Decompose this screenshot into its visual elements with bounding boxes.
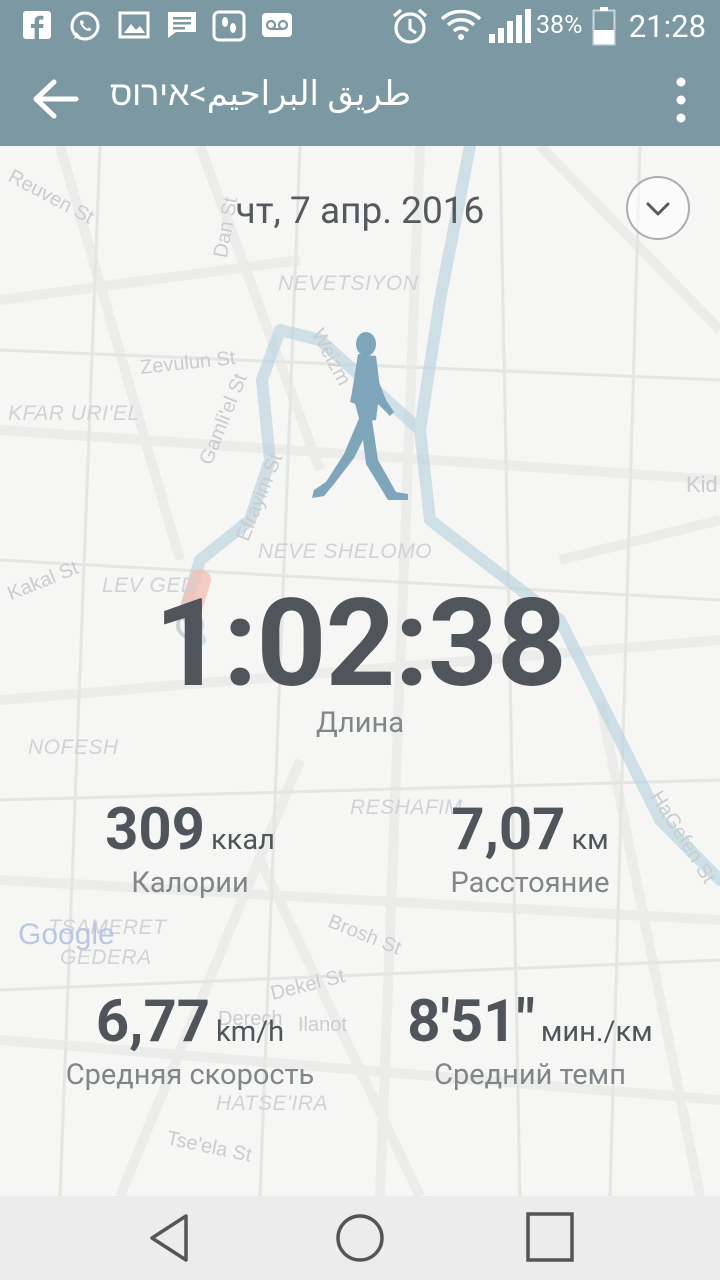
distance-stat: 7,07 км Расстояние — [350, 796, 710, 900]
calories-value: 309 — [105, 796, 205, 864]
battery-percent: 38% — [536, 11, 583, 40]
more-vertical-icon[interactable] — [674, 76, 688, 124]
distance-label: Расстояние — [450, 866, 610, 900]
alarm-icon — [392, 8, 428, 44]
whatsapp-icon — [70, 11, 100, 41]
battery-icon — [592, 7, 616, 46]
message-icon — [168, 12, 196, 38]
walking-person-icon — [312, 332, 408, 500]
avg-speed-value: 6,77 — [95, 988, 211, 1056]
distance-unit: км — [571, 823, 609, 857]
avg-speed-stat: 6,77 km/h Средняя скорость — [10, 988, 370, 1092]
calories-stat: 309 ккал Калории — [10, 796, 370, 900]
map-label: NEVETSIYON — [278, 272, 419, 295]
route-title: طريق البراحيم>אירוס — [110, 74, 412, 114]
facebook-icon — [23, 11, 51, 40]
pedometer-icon — [212, 10, 246, 42]
clock: 21:28 — [628, 8, 706, 45]
expand-details-button[interactable] — [626, 176, 690, 240]
distance-value: 7,07 — [451, 796, 566, 864]
map-label: GEDERA — [60, 946, 152, 969]
wifi-icon — [440, 9, 482, 40]
map-label: NEVE SHELOMO — [258, 540, 433, 563]
duration-label: Длина — [315, 706, 405, 740]
signal-icon — [489, 9, 531, 43]
avg-pace-value: 8'51" — [407, 988, 535, 1056]
nav-recents-icon[interactable] — [520, 1210, 580, 1266]
gallery-icon — [118, 11, 150, 39]
avg-pace-unit: мин./км — [540, 1015, 653, 1049]
map-label: Kid — [686, 472, 718, 497]
nav-back-icon[interactable] — [140, 1210, 200, 1266]
avg-pace-stat: 8'51" мин./км Средний темп — [350, 988, 710, 1092]
calories-label: Калории — [131, 866, 249, 900]
avg-pace-label: Средний темп — [434, 1058, 626, 1092]
chevron-down-icon — [646, 202, 670, 216]
map-label: HATSE'IRA — [216, 1092, 328, 1115]
map-label: KFAR URI'EL — [8, 402, 140, 425]
activity-date: чт, 7 апр. 2016 — [235, 190, 485, 233]
arrow-left-icon[interactable] — [30, 76, 80, 122]
avg-speed-unit: km/h — [216, 1015, 285, 1049]
navigation-bar — [0, 1196, 720, 1280]
avg-speed-label: Средняя скорость — [65, 1058, 315, 1092]
nav-home-icon[interactable] — [330, 1210, 390, 1266]
voicemail-icon — [262, 13, 292, 37]
status-bar: 38% 21:28 — [0, 0, 720, 52]
duration-value: 1:02:38 — [154, 572, 567, 715]
toolbar: طريق البراحيم>אירוס — [0, 52, 720, 146]
calories-unit: ккал — [210, 823, 275, 857]
